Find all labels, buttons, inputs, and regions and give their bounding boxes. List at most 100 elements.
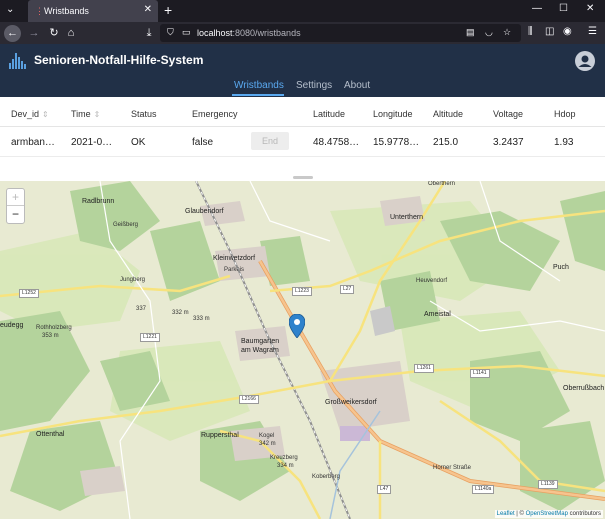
bookmark-star-icon[interactable]: ☆ [503, 27, 511, 38]
page-info-icon[interactable]: ▭ [182, 27, 192, 39]
place-label: Geißberg [113, 222, 139, 228]
place-label: Koberberg [312, 474, 341, 480]
place-label: Kleinwetzdorf [213, 255, 256, 262]
shield-icon[interactable]: ⛉ [167, 27, 177, 39]
place-label: Radlbrunn [82, 198, 115, 205]
column-header-time[interactable]: Time ⇕ [71, 109, 100, 120]
browser-toolbar: ← → ↻ ⌂ ⤓ ⛉ ▭ localhost:8080/wristbands … [0, 22, 605, 44]
column-header-altitude: Altitude [433, 109, 464, 119]
map-attribution: Leaflet | © OpenStreetMap contributors [494, 510, 603, 518]
road-shield: L1223 [292, 287, 312, 296]
maximize-button[interactable]: ☐ [559, 3, 568, 14]
nav-wristbands[interactable]: Wristbands [234, 80, 284, 92]
road-shield: L1140a [472, 485, 495, 494]
place-label: Puch [553, 264, 569, 271]
forward-icon[interactable]: → [26, 25, 42, 41]
cell-hdop: 1.93 [554, 137, 574, 148]
reader-view-icon[interactable]: ▤ [466, 27, 475, 38]
place-label: Unterthern [390, 214, 424, 221]
place-label: Oberrußbach [563, 385, 605, 392]
location-marker-icon[interactable] [289, 314, 305, 338]
nav-about[interactable]: About [344, 80, 370, 92]
sidebar-icon[interactable]: ◫ [545, 26, 554, 37]
road-shield: L1261 [414, 364, 434, 373]
pocket-icon[interactable]: ◡ [485, 27, 493, 38]
close-window-button[interactable]: ✕ [586, 3, 594, 14]
cell-latitude: 48.4758… [313, 137, 360, 148]
place-label: eudegg [0, 322, 24, 329]
road-shield: L1221 [140, 333, 160, 342]
cell-status: OK [131, 137, 146, 148]
street-label: Horner Straße [433, 465, 472, 471]
elevation-label: 333 m [193, 316, 210, 322]
map[interactable]: Radlbrunn Glaubendorf Unterthern Oberthe… [0, 181, 605, 519]
back-icon[interactable]: ← [4, 25, 21, 42]
column-header-emergency: Emergency [192, 109, 238, 119]
place-label: Baumgarten [241, 338, 280, 345]
leaflet-link[interactable]: Leaflet [497, 511, 515, 517]
cell-voltage: 3.2437 [493, 137, 524, 148]
place-label: Ottenthal [36, 431, 65, 438]
column-header-longitude: Longitude [373, 109, 413, 119]
header-divider [0, 126, 605, 127]
menu-icon[interactable]: ☰ [588, 26, 597, 37]
dots-icon: ⋮ [35, 6, 44, 16]
column-header-dev-id[interactable]: Dev_id ⇕ [11, 109, 49, 120]
zoom-in-button[interactable]: + [7, 189, 24, 206]
tab-close-icon[interactable]: ✕ [144, 4, 152, 16]
elevation-label: 337 [136, 306, 147, 312]
place-label: Kogel [259, 433, 275, 439]
road-shield: L27 [340, 285, 355, 294]
reload-icon[interactable]: ↻ [46, 25, 62, 41]
column-header-latitude: Latitude [313, 109, 346, 119]
row-divider [0, 156, 605, 157]
place-label: Ameistal [424, 311, 451, 318]
place-label: 334 m [277, 463, 294, 469]
place-label: am Wagram [241, 347, 279, 354]
resize-handle[interactable] [293, 176, 313, 179]
tab-wristbands[interactable]: ⋮ Wristbands ✕ [28, 0, 158, 22]
sort-icon[interactable]: ⇕ [42, 110, 49, 119]
place-label: Kreuzberg [270, 455, 298, 461]
cell-dev-id: armban… [11, 137, 55, 148]
end-button[interactable]: End [251, 132, 289, 150]
cell-altitude: 215.0 [433, 137, 459, 148]
place-label: Parkeis [224, 267, 245, 273]
nav-settings[interactable]: Settings [296, 80, 332, 92]
new-tab-button[interactable]: + [164, 2, 172, 18]
minimize-button[interactable]: — [532, 3, 542, 14]
place-label: Großweikersdorf [325, 399, 377, 406]
zoom-out-button[interactable]: − [7, 206, 24, 223]
map-tiles [0, 181, 605, 519]
road-shield: L2166 [239, 395, 259, 404]
list-all-tabs-icon[interactable]: ⌄ [6, 4, 14, 15]
browser-tab-bar: ⌄ ⋮ Wristbands ✕ + — ☐ ✕ [0, 0, 605, 22]
logo-icon [9, 53, 29, 69]
address-bar[interactable]: ⛉ ▭ localhost:8080/wristbands ▤ ◡ ☆ [160, 24, 521, 42]
road-shield: L1139 [538, 480, 558, 489]
tab-title: Wristbands [44, 6, 89, 16]
road-shield: L1252 [19, 289, 39, 298]
url-text[interactable]: localhost:8080/wristbands [197, 28, 301, 39]
downloads-icon[interactable]: ⤓ [141, 25, 157, 41]
account-icon[interactable]: ◉ [563, 26, 572, 37]
cell-time: 2021-0… [71, 137, 113, 148]
place-label: 353 m [42, 333, 59, 339]
elevation-label: 332 m [172, 310, 189, 316]
place-label: Heuvendorf [416, 278, 448, 284]
app-title: Senioren-Notfall-Hilfe-System [34, 53, 204, 67]
active-tab-indicator [232, 94, 284, 96]
place-label: Oberthern [428, 181, 456, 187]
library-icon[interactable]: ⫼ [528, 26, 533, 37]
road-shield: L1141 [470, 369, 490, 378]
place-label: Rothholzberg [36, 325, 72, 331]
place-label: Ruppersthal [201, 432, 239, 439]
sort-icon[interactable]: ⇕ [94, 110, 101, 119]
zoom-control: + − [6, 188, 25, 224]
user-avatar-icon[interactable] [575, 51, 595, 71]
place-label: Glaubendorf [185, 208, 224, 215]
home-icon[interactable]: ⌂ [63, 25, 79, 41]
column-header-voltage: Voltage [493, 109, 524, 119]
osm-link[interactable]: OpenStreetMap [526, 511, 568, 517]
cell-longitude: 15.9778… [373, 137, 420, 148]
